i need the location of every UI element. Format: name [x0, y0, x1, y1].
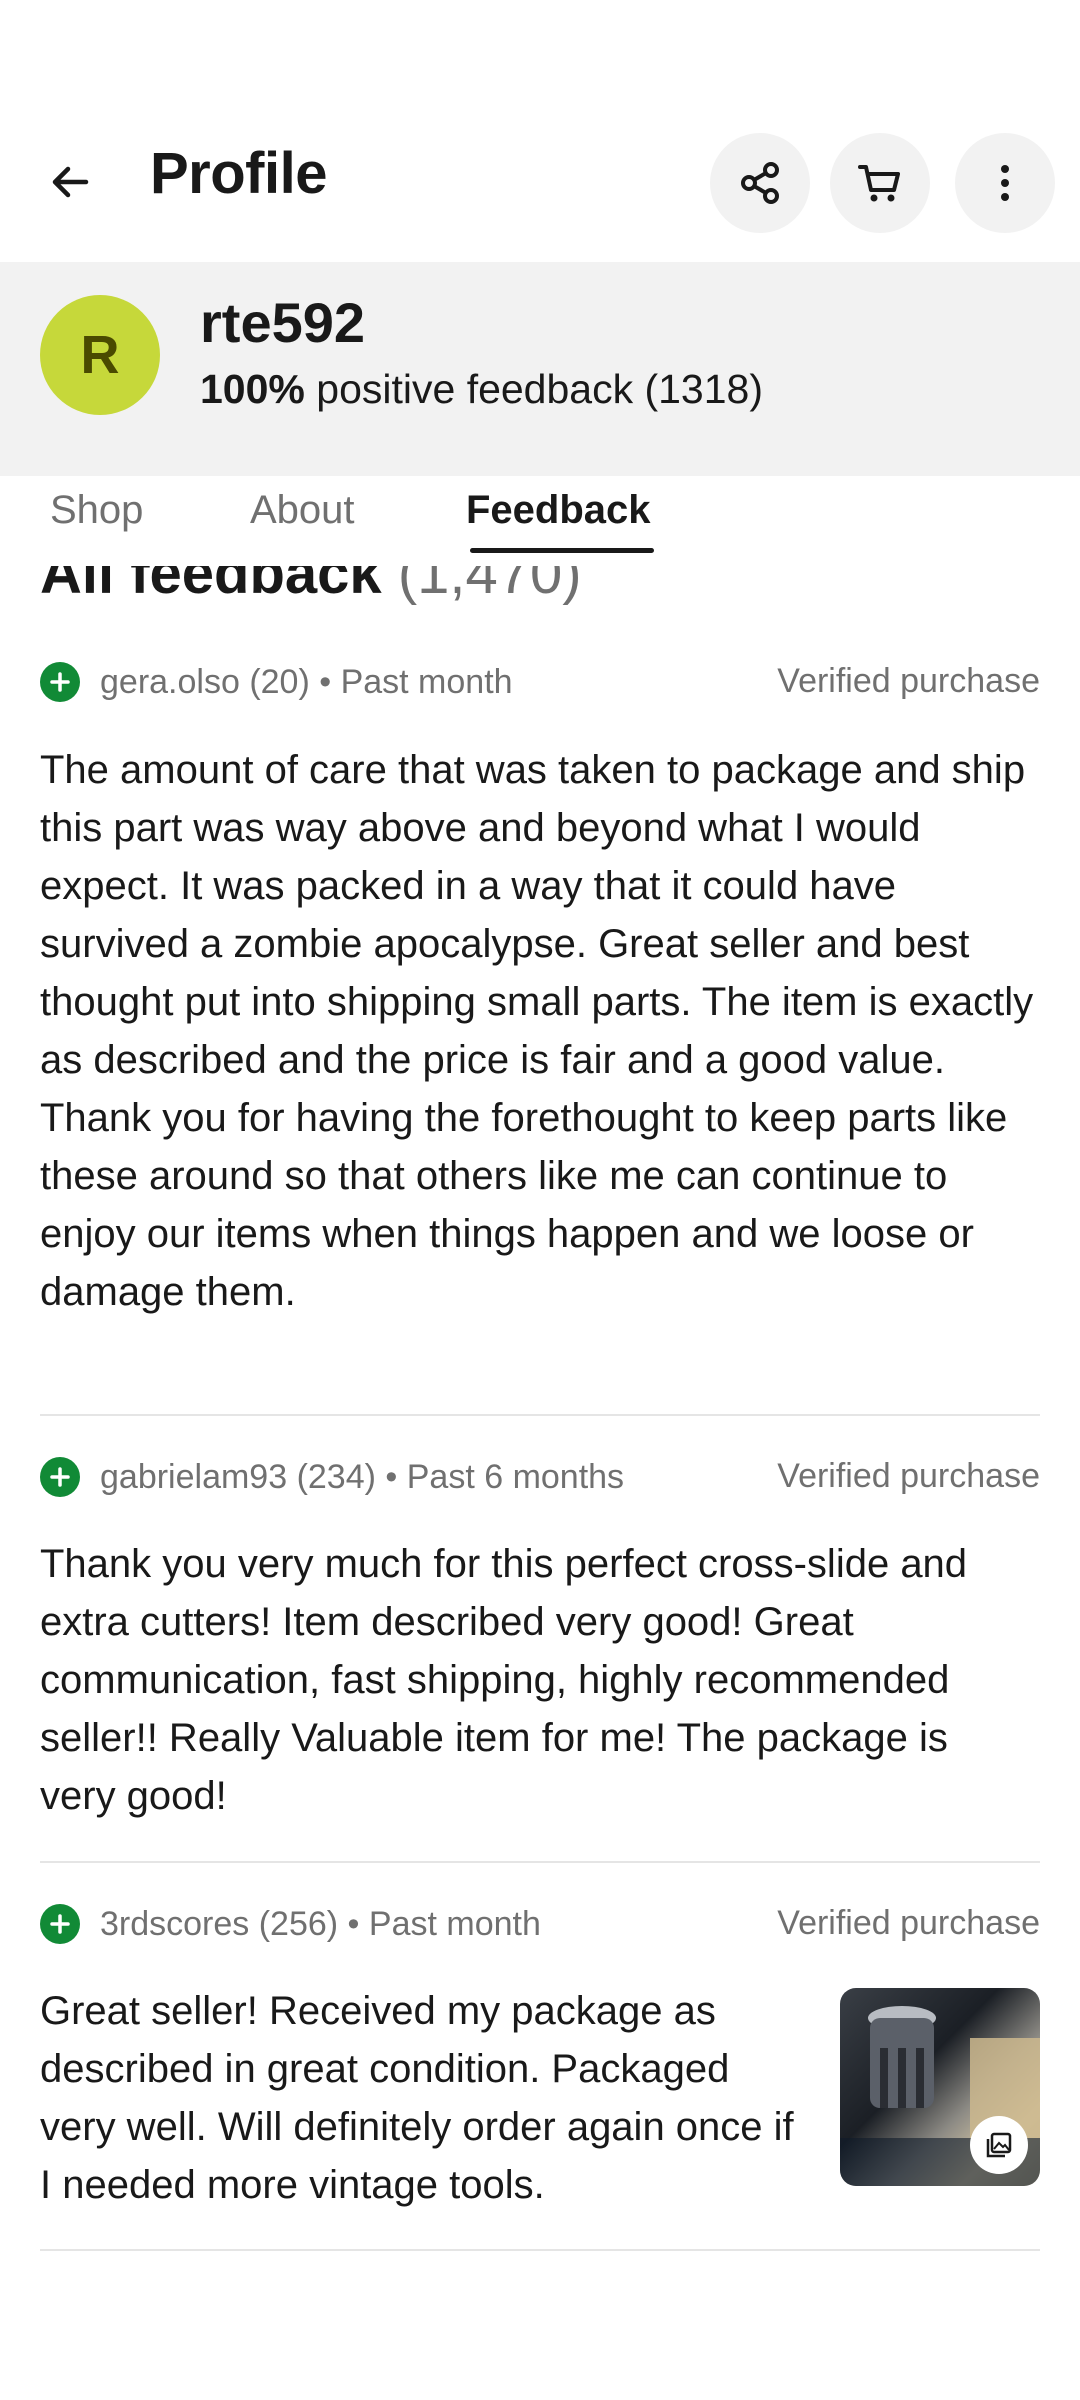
tab-active-indicator [470, 548, 654, 553]
review-meta: gera.olso (20) • Past month [40, 662, 513, 702]
reviewer-info: 3rdscores (256) • Past month [100, 1904, 541, 1943]
section-title-text: All feedback [40, 566, 382, 606]
review-text: Great seller! Received my package as des… [40, 1989, 794, 2207]
top-app-bar [0, 0, 1080, 262]
section-title: All feedback (1,470) [40, 566, 582, 607]
verified-purchase-label: Verified purchase [777, 662, 1040, 700]
back-button[interactable] [36, 148, 104, 216]
cart-icon [858, 165, 900, 202]
tab-feedback[interactable]: Feedback [466, 488, 651, 533]
reviewer-info: gera.olso (20) • Past month [100, 662, 513, 701]
avatar: R [40, 295, 160, 415]
divider [40, 2249, 1040, 2251]
review-meta: gabrielam93 (234) • Past 6 months [40, 1457, 624, 1497]
positive-rating-icon [40, 1457, 80, 1497]
arrow-left-icon [52, 166, 89, 198]
divider [40, 1414, 1040, 1416]
more-vertical-icon [1001, 165, 1009, 201]
positive-rating-icon [40, 662, 80, 702]
verified-purchase-label: Verified purchase [777, 1904, 1040, 1942]
positive-percent: 100% [200, 366, 305, 412]
divider [40, 1861, 1040, 1863]
feedback-summary: 100% positive feedback (1318) [200, 366, 763, 413]
positive-rating-icon [40, 1904, 80, 1944]
verified-purchase-label: Verified purchase [777, 1457, 1040, 1495]
share-icon [741, 162, 779, 204]
tab-about[interactable]: About [250, 488, 355, 533]
tab-shop[interactable]: Shop [50, 488, 143, 533]
feedback-label: positive feedback (1318) [316, 366, 763, 412]
share-button[interactable] [710, 133, 810, 233]
review-meta: 3rdscores (256) • Past month [40, 1904, 541, 1944]
review-text: The amount of care that was taken to pac… [40, 748, 1034, 1314]
page-title: Profile [150, 141, 328, 206]
reviewer-info: gabrielam93 (234) • Past 6 months [100, 1457, 625, 1496]
section-header: All feedback (1,470) [0, 566, 1080, 610]
review-text: Thank you very much for this perfect cro… [40, 1542, 968, 1818]
cart-button[interactable] [830, 133, 930, 233]
section-count: (1,470) [397, 566, 582, 606]
seller-username[interactable]: rte592 [200, 290, 365, 355]
gallery-icon [970, 2116, 1028, 2174]
more-options-button[interactable] [955, 133, 1055, 233]
